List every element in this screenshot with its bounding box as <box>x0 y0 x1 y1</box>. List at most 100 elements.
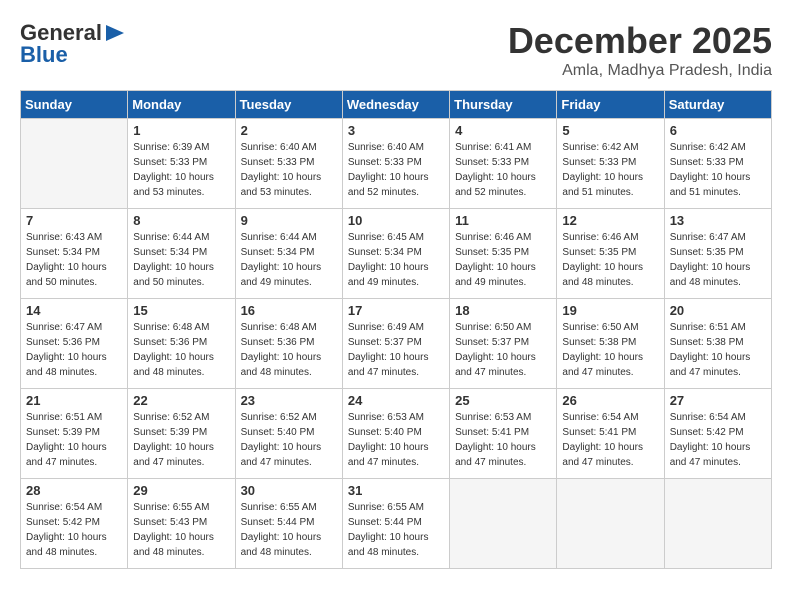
calendar-cell: 4 Sunrise: 6:41 AMSunset: 5:33 PMDaylight… <box>450 119 557 209</box>
calendar-cell: 8 Sunrise: 6:44 AMSunset: 5:34 PMDaylight… <box>128 209 235 299</box>
calendar-cell: 6 Sunrise: 6:42 AMSunset: 5:33 PMDaylight… <box>664 119 771 209</box>
day-number: 15 <box>133 303 229 318</box>
day-number: 18 <box>455 303 551 318</box>
day-number: 2 <box>241 123 337 138</box>
day-info: Sunrise: 6:41 AMSunset: 5:33 PMDaylight:… <box>455 140 551 200</box>
day-number: 10 <box>348 213 444 228</box>
day-of-week-header: Friday <box>557 91 664 119</box>
calendar-cell: 18 Sunrise: 6:50 AMSunset: 5:37 PMDayligh… <box>450 299 557 389</box>
day-number: 16 <box>241 303 337 318</box>
calendar-week-row: 14 Sunrise: 6:47 AMSunset: 5:36 PMDayligh… <box>21 299 772 389</box>
day-number: 1 <box>133 123 229 138</box>
calendar-cell: 9Sunrise: 6:44 AMSunset: 5:34 PMDaylight… <box>235 209 342 299</box>
day-number: 27 <box>670 393 766 408</box>
day-info: Sunrise: 6:55 AMSunset: 5:44 PMDaylight:… <box>348 500 444 560</box>
day-info: Sunrise: 6:54 AMSunset: 5:42 PMDaylight:… <box>670 410 766 470</box>
day-info: Sunrise: 6:44 AMSunset: 5:34 PMDaylight:… <box>241 230 337 290</box>
calendar-cell: 23Sunrise: 6:52 AMSunset: 5:40 PMDayligh… <box>235 389 342 479</box>
day-info: Sunrise: 6:47 AMSunset: 5:35 PMDaylight:… <box>670 230 766 290</box>
day-info: Sunrise: 6:44 AMSunset: 5:34 PMDaylight:… <box>133 230 229 290</box>
calendar-cell <box>664 479 771 569</box>
day-number: 26 <box>562 393 658 408</box>
day-info: Sunrise: 6:47 AMSunset: 5:36 PMDaylight:… <box>26 320 122 380</box>
calendar-week-row: 1Sunrise: 6:39 AMSunset: 5:33 PMDaylight… <box>21 119 772 209</box>
day-number: 17 <box>348 303 444 318</box>
calendar-cell: 3 Sunrise: 6:40 AMSunset: 5:33 PMDaylight… <box>342 119 449 209</box>
day-info: Sunrise: 6:40 AMSunset: 5:33 PMDaylight:… <box>348 140 444 200</box>
day-number: 21 <box>26 393 122 408</box>
day-info: Sunrise: 6:55 AMSunset: 5:44 PMDaylight:… <box>241 500 337 560</box>
calendar-cell: 13 Sunrise: 6:47 AMSunset: 5:35 PMDayligh… <box>664 209 771 299</box>
calendar-cell: 21 Sunrise: 6:51 AMSunset: 5:39 PMDayligh… <box>21 389 128 479</box>
day-info: Sunrise: 6:42 AMSunset: 5:33 PMDaylight:… <box>670 140 766 200</box>
day-info: Sunrise: 6:54 AMSunset: 5:41 PMDaylight:… <box>562 410 658 470</box>
calendar-cell: 16 Sunrise: 6:48 AMSunset: 5:36 PMDayligh… <box>235 299 342 389</box>
day-info: Sunrise: 6:42 AMSunset: 5:33 PMDaylight:… <box>562 140 658 200</box>
calendar-cell: 25 Sunrise: 6:53 AMSunset: 5:41 PMDayligh… <box>450 389 557 479</box>
logo-flag-icon <box>104 23 126 43</box>
day-number: 4 <box>455 123 551 138</box>
calendar-week-row: 7 Sunrise: 6:43 AMSunset: 5:34 PMDaylight… <box>21 209 772 299</box>
day-info: Sunrise: 6:50 AMSunset: 5:38 PMDaylight:… <box>562 320 658 380</box>
calendar-body: 1Sunrise: 6:39 AMSunset: 5:33 PMDaylight… <box>21 119 772 569</box>
day-info: Sunrise: 6:48 AMSunset: 5:36 PMDaylight:… <box>133 320 229 380</box>
page-header: General Blue December 2025 Amla, Madhya … <box>20 20 772 80</box>
calendar-cell: 30Sunrise: 6:55 AMSunset: 5:44 PMDayligh… <box>235 479 342 569</box>
day-number: 8 <box>133 213 229 228</box>
day-of-week-header: Sunday <box>21 91 128 119</box>
day-of-week-header: Thursday <box>450 91 557 119</box>
day-number: 11 <box>455 213 551 228</box>
day-info: Sunrise: 6:51 AMSunset: 5:38 PMDaylight:… <box>670 320 766 380</box>
day-info: Sunrise: 6:40 AMSunset: 5:33 PMDaylight:… <box>241 140 337 200</box>
day-info: Sunrise: 6:46 AMSunset: 5:35 PMDaylight:… <box>562 230 658 290</box>
calendar-cell: 15 Sunrise: 6:48 AMSunset: 5:36 PMDayligh… <box>128 299 235 389</box>
day-number: 6 <box>670 123 766 138</box>
calendar-cell: 22Sunrise: 6:52 AMSunset: 5:39 PMDayligh… <box>128 389 235 479</box>
title-section: December 2025 Amla, Madhya Pradesh, Indi… <box>508 20 772 80</box>
day-of-week-header: Monday <box>128 91 235 119</box>
calendar-cell: 26 Sunrise: 6:54 AMSunset: 5:41 PMDayligh… <box>557 389 664 479</box>
day-number: 14 <box>26 303 122 318</box>
day-number: 5 <box>562 123 658 138</box>
day-info: Sunrise: 6:46 AMSunset: 5:35 PMDaylight:… <box>455 230 551 290</box>
calendar-cell <box>557 479 664 569</box>
days-of-week-row: SundayMondayTuesdayWednesdayThursdayFrid… <box>21 91 772 119</box>
day-info: Sunrise: 6:51 AMSunset: 5:39 PMDaylight:… <box>26 410 122 470</box>
day-of-week-header: Saturday <box>664 91 771 119</box>
calendar-cell: 2 Sunrise: 6:40 AMSunset: 5:33 PMDaylight… <box>235 119 342 209</box>
day-info: Sunrise: 6:50 AMSunset: 5:37 PMDaylight:… <box>455 320 551 380</box>
day-info: Sunrise: 6:55 AMSunset: 5:43 PMDaylight:… <box>133 500 229 560</box>
calendar-week-row: 21 Sunrise: 6:51 AMSunset: 5:39 PMDayligh… <box>21 389 772 479</box>
calendar-cell: 20 Sunrise: 6:51 AMSunset: 5:38 PMDayligh… <box>664 299 771 389</box>
day-of-week-header: Tuesday <box>235 91 342 119</box>
day-number: 20 <box>670 303 766 318</box>
calendar-cell: 12 Sunrise: 6:46 AMSunset: 5:35 PMDayligh… <box>557 209 664 299</box>
calendar-cell: 24Sunrise: 6:53 AMSunset: 5:40 PMDayligh… <box>342 389 449 479</box>
logo: General Blue <box>20 20 126 68</box>
day-number: 12 <box>562 213 658 228</box>
day-number: 13 <box>670 213 766 228</box>
day-info: Sunrise: 6:52 AMSunset: 5:40 PMDaylight:… <box>241 410 337 470</box>
calendar-cell: 28 Sunrise: 6:54 AMSunset: 5:42 PMDayligh… <box>21 479 128 569</box>
calendar-cell: 5 Sunrise: 6:42 AMSunset: 5:33 PMDaylight… <box>557 119 664 209</box>
day-info: Sunrise: 6:54 AMSunset: 5:42 PMDaylight:… <box>26 500 122 560</box>
calendar-cell: 7 Sunrise: 6:43 AMSunset: 5:34 PMDaylight… <box>21 209 128 299</box>
day-number: 3 <box>348 123 444 138</box>
day-info: Sunrise: 6:43 AMSunset: 5:34 PMDaylight:… <box>26 230 122 290</box>
location-title: Amla, Madhya Pradesh, India <box>508 62 772 80</box>
calendar-cell: 17Sunrise: 6:49 AMSunset: 5:37 PMDayligh… <box>342 299 449 389</box>
day-number: 7 <box>26 213 122 228</box>
day-number: 19 <box>562 303 658 318</box>
day-info: Sunrise: 6:52 AMSunset: 5:39 PMDaylight:… <box>133 410 229 470</box>
calendar-week-row: 28 Sunrise: 6:54 AMSunset: 5:42 PMDayligh… <box>21 479 772 569</box>
day-number: 25 <box>455 393 551 408</box>
month-title: December 2025 <box>508 20 772 62</box>
logo-blue: Blue <box>20 42 68 68</box>
day-info: Sunrise: 6:48 AMSunset: 5:36 PMDaylight:… <box>241 320 337 380</box>
calendar-cell: 10 Sunrise: 6:45 AMSunset: 5:34 PMDayligh… <box>342 209 449 299</box>
calendar-table: SundayMondayTuesdayWednesdayThursdayFrid… <box>20 90 772 569</box>
day-info: Sunrise: 6:45 AMSunset: 5:34 PMDaylight:… <box>348 230 444 290</box>
day-info: Sunrise: 6:53 AMSunset: 5:41 PMDaylight:… <box>455 410 551 470</box>
day-number: 28 <box>26 483 122 498</box>
calendar-cell: 29Sunrise: 6:55 AMSunset: 5:43 PMDayligh… <box>128 479 235 569</box>
